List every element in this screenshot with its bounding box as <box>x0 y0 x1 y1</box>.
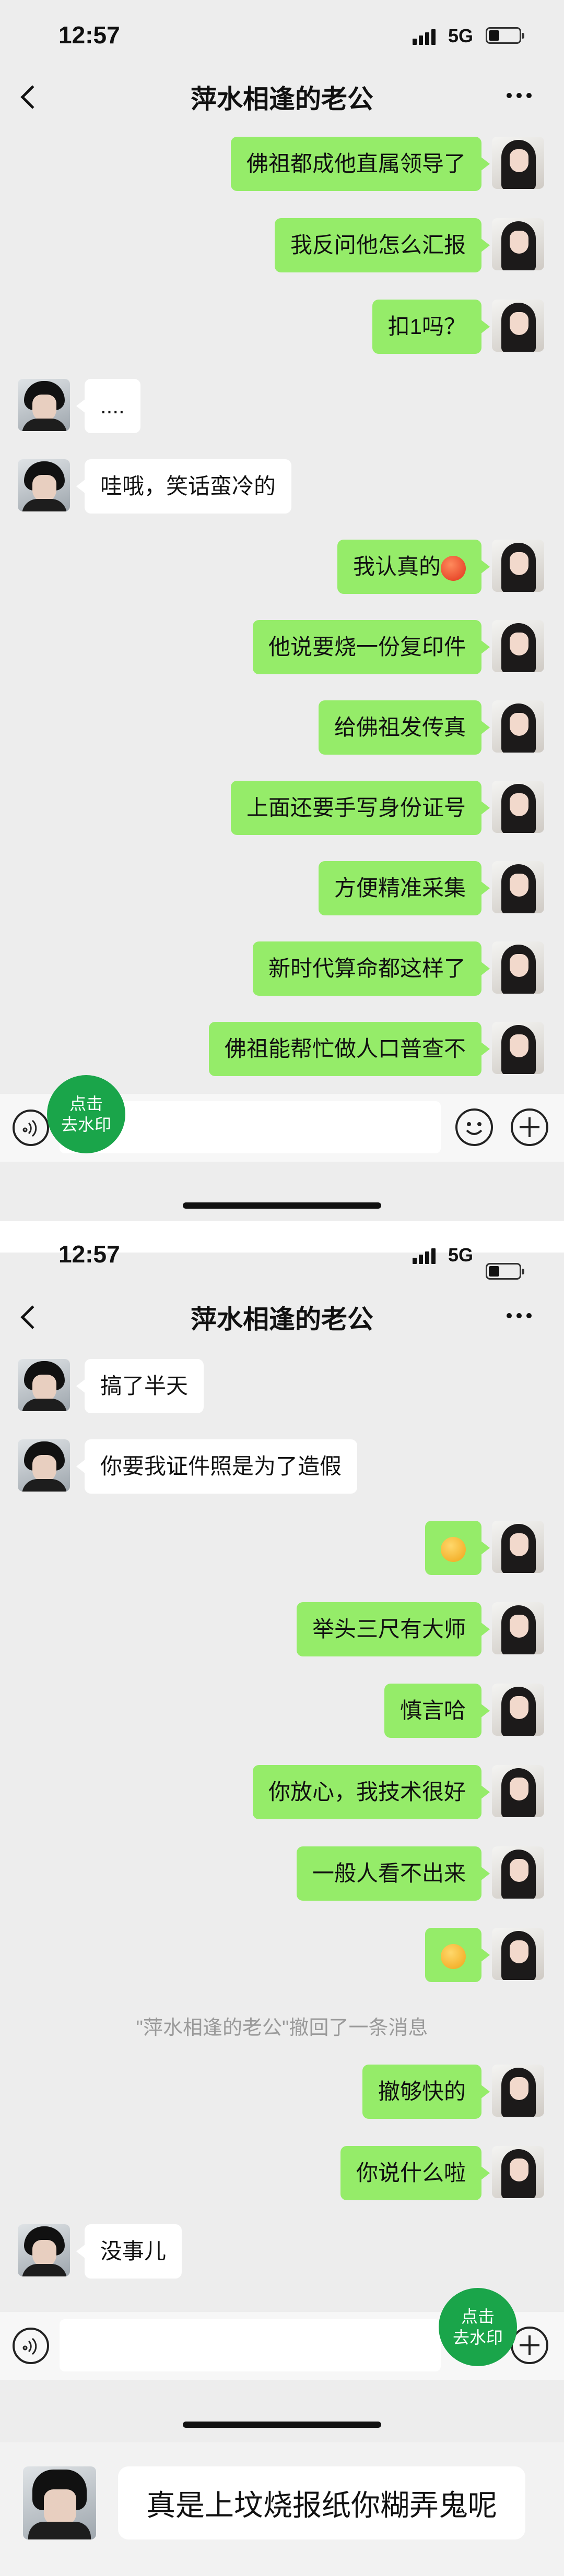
status-time: 12:57 <box>58 21 120 49</box>
watermark-button-line2: 去水印 <box>452 2328 503 2347</box>
recall-notice: "萍水相逢的老公"撤回了一条消息 <box>136 2017 428 2039</box>
home-indicator <box>183 1202 381 1209</box>
my-avatar[interactable] <box>492 941 544 994</box>
my-avatar[interactable] <box>492 300 544 352</box>
my-avatar[interactable] <box>492 1846 544 1899</box>
message-bubble[interactable]: 搞了半天 <box>76 1359 204 1413</box>
message-input[interactable] <box>60 2319 441 2371</box>
more-icon[interactable] <box>507 1313 532 1318</box>
message-bubble[interactable]: 一般人看不出来 <box>296 1846 490 1901</box>
screen-1: 12:57 5G 萍水相逢的老公 佛祖都成他直属领导了 我反问他怎么汇报 扣1吗… <box>0 0 564 1209</box>
message-bubble[interactable]: 扣1吗？ <box>372 300 490 354</box>
my-avatar[interactable] <box>492 2065 544 2117</box>
watermark-button-line1: 点击 <box>461 2307 495 2326</box>
home-indicator <box>183 2422 381 2428</box>
message-bubble[interactable]: 他说要烧一份复印件 <box>252 620 490 674</box>
caption-bubble: 真是上坟烧报纸你糊弄鬼呢 <box>118 2466 525 2539</box>
message-bubble[interactable]: 给佛祖发传真 <box>318 700 490 755</box>
my-avatar[interactable] <box>492 218 544 270</box>
message-bubble[interactable]: 举头三尺有大师 <box>296 1602 490 1656</box>
my-avatar[interactable] <box>492 781 544 833</box>
my-avatar[interactable] <box>492 137 544 189</box>
message-bubble[interactable]: 我认真的 <box>337 540 490 594</box>
caption-card: 真是上坟烧报纸你糊弄鬼呢 <box>0 2442 564 2576</box>
contact-avatar <box>23 2466 96 2539</box>
message-bubble[interactable]: 没事儿 <box>76 2224 182 2279</box>
message-bubble[interactable]: 撤够快的 <box>362 2065 490 2119</box>
contact-avatar[interactable] <box>18 379 70 431</box>
message-bubble[interactable]: 方便精准采集 <box>318 861 490 915</box>
message-bubble[interactable]: 上面还要手写身份证号 <box>230 781 490 835</box>
remove-watermark-button[interactable]: 点击 去水印 <box>47 1075 125 1153</box>
emoji-icon[interactable] <box>455 1108 493 1146</box>
contact-avatar[interactable] <box>18 1359 70 1411</box>
cold-sweat-face-icon <box>441 1536 466 1562</box>
network-label: 5G <box>448 1244 474 1266</box>
my-avatar[interactable] <box>492 1684 544 1736</box>
message-bubble[interactable]: 慎言哈 <box>384 1684 490 1738</box>
contact-avatar[interactable] <box>18 459 70 511</box>
contact-avatar[interactable] <box>18 1439 70 1492</box>
my-avatar[interactable] <box>492 1928 544 1980</box>
chat-title: 萍水相逢的老公 <box>191 85 373 114</box>
my-avatar[interactable] <box>492 1602 544 1654</box>
battery-icon <box>486 27 524 44</box>
my-avatar[interactable] <box>492 861 544 913</box>
my-avatar[interactable] <box>492 620 544 672</box>
watermark-button-line1: 点击 <box>69 1094 103 1113</box>
message-bubble[interactable]: 哇哦，笑话蛮冷的 <box>76 459 292 514</box>
status-time: 12:57 <box>58 1241 120 1268</box>
signal-icon <box>413 1248 436 1264</box>
thinking-face-icon <box>441 1943 466 1969</box>
my-avatar[interactable] <box>492 1765 544 1817</box>
my-avatar[interactable] <box>492 540 544 592</box>
contact-avatar[interactable] <box>18 2224 70 2276</box>
message-bubble[interactable]: .... <box>76 379 140 433</box>
remove-watermark-button[interactable]: 点击 去水印 <box>439 2288 517 2366</box>
watermark-button-line2: 去水印 <box>61 1115 111 1134</box>
signal-icon <box>413 29 436 45</box>
battery-icon <box>486 1263 524 1280</box>
my-avatar[interactable] <box>492 1521 544 1573</box>
angry-face-icon <box>441 555 466 581</box>
my-avatar[interactable] <box>492 1022 544 1074</box>
my-avatar[interactable] <box>492 700 544 753</box>
voice-icon[interactable] <box>13 2328 49 2364</box>
message-bubble[interactable]: 我反问他怎么汇报 <box>274 218 490 272</box>
plus-icon[interactable] <box>511 1108 548 1146</box>
more-icon[interactable] <box>507 93 532 98</box>
message-bubble[interactable]: 你要我证件照是为了造假 <box>76 1439 358 1494</box>
message-bubble[interactable]: 佛祖能帮忙做人口普查不 <box>208 1022 490 1076</box>
message-bubble[interactable] <box>425 1521 490 1575</box>
my-avatar[interactable] <box>492 2146 544 2198</box>
message-bubble[interactable]: 佛祖都成他直属领导了 <box>230 137 490 191</box>
message-bubble[interactable]: 新时代算命都这样了 <box>252 941 490 996</box>
message-text: 我认真的 <box>352 554 441 579</box>
message-bubble[interactable] <box>425 1928 490 1982</box>
message-bubble[interactable]: 你放心，我技术很好 <box>252 1765 490 1819</box>
network-label: 5G <box>448 25 474 46</box>
chat-title: 萍水相逢的老公 <box>191 1305 373 1334</box>
voice-icon[interactable] <box>13 1110 49 1146</box>
message-bubble[interactable]: 你说什么啦 <box>340 2146 490 2200</box>
